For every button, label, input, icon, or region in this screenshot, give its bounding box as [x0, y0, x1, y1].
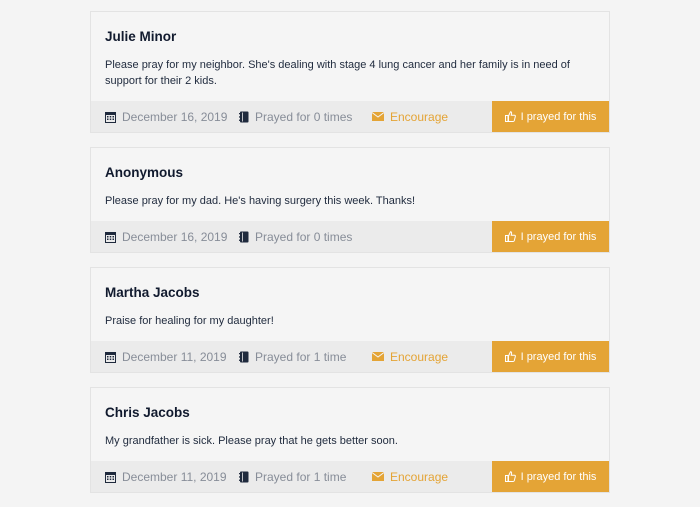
card-body: Julie Minor Please pray for my neighbor.… — [91, 12, 609, 101]
request-date: December 16, 2019 — [105, 221, 227, 252]
encourage-link[interactable]: Encourage — [372, 461, 448, 492]
prayed-count-label: Prayed for 0 times — [255, 109, 353, 124]
date-label: December 16, 2019 — [122, 109, 228, 124]
encourage-link[interactable]: Encourage — [372, 341, 448, 372]
requester-name: Julie Minor — [105, 29, 177, 44]
i-prayed-label: I prayed for this — [520, 470, 597, 483]
prayer-request-feed: Julie Minor Please pray for my neighbor.… — [90, 11, 610, 507]
i-prayed-button[interactable]: I prayed for this — [492, 341, 609, 372]
request-text: Please pray for my dad. He's having surg… — [105, 195, 416, 207]
card-body: Anonymous Please pray for my dad. He's h… — [91, 148, 609, 221]
thumbs-up-icon — [504, 351, 516, 362]
prayed-count: Prayed for 0 times — [239, 101, 352, 132]
prayed-count: Prayed for 1 time — [239, 461, 346, 492]
thumbs-up-icon — [504, 111, 516, 122]
request-text: Praise for healing for my daughter! — [105, 315, 274, 327]
date-label: December 16, 2019 — [122, 229, 228, 244]
book-icon — [239, 471, 249, 482]
request-date: December 11, 2019 — [105, 461, 227, 492]
card-footer: December 11, 2019 Prayed for 1 time Enco… — [91, 341, 609, 372]
i-prayed-label: I prayed for this — [520, 110, 597, 123]
i-prayed-label: I prayed for this — [520, 350, 597, 363]
prayer-request-card: Martha Jacobs Praise for healing for my … — [90, 267, 610, 373]
request-date: December 11, 2019 — [105, 341, 227, 372]
card-footer: December 16, 2019 Prayed for 0 times Enc… — [91, 101, 609, 132]
prayed-count-label: Prayed for 0 times — [255, 229, 353, 244]
encourage-label: Encourage — [390, 469, 449, 484]
calendar-icon — [105, 231, 116, 243]
prayed-count-label: Prayed for 1 time — [255, 469, 347, 484]
requester-name: Chris Jacobs — [105, 405, 190, 420]
envelope-icon — [372, 472, 384, 481]
thumbs-up-icon — [504, 471, 516, 482]
calendar-icon — [105, 351, 116, 363]
calendar-icon — [105, 471, 116, 483]
envelope-icon — [372, 112, 384, 121]
i-prayed-button[interactable]: I prayed for this — [492, 221, 609, 252]
card-footer: December 11, 2019 Prayed for 1 time Enco… — [91, 461, 609, 492]
i-prayed-label: I prayed for this — [520, 230, 597, 243]
card-body: Martha Jacobs Praise for healing for my … — [91, 268, 609, 341]
prayed-count: Prayed for 1 time — [239, 341, 346, 372]
prayer-request-card: Anonymous Please pray for my dad. He's h… — [90, 147, 610, 253]
date-label: December 11, 2019 — [122, 349, 227, 364]
encourage-label: Encourage — [390, 109, 449, 124]
prayed-count: Prayed for 0 times — [239, 221, 352, 252]
request-date: December 16, 2019 — [105, 101, 227, 132]
prayer-request-card: Julie Minor Please pray for my neighbor.… — [90, 11, 610, 133]
encourage-label: Encourage — [390, 349, 449, 364]
calendar-icon — [105, 111, 116, 123]
requester-name: Anonymous — [105, 165, 184, 180]
envelope-icon — [372, 352, 384, 361]
book-icon — [239, 351, 249, 362]
prayer-request-card: Chris Jacobs My grandfather is sick. Ple… — [90, 387, 610, 493]
encourage-link[interactable]: Encourage — [372, 101, 448, 132]
i-prayed-button[interactable]: I prayed for this — [492, 461, 609, 492]
book-icon — [239, 111, 249, 122]
thumbs-up-icon — [504, 231, 516, 242]
requester-name: Martha Jacobs — [105, 285, 200, 300]
prayed-count-label: Prayed for 1 time — [255, 349, 347, 364]
date-label: December 11, 2019 — [122, 469, 227, 484]
book-icon — [239, 231, 249, 242]
card-footer: December 16, 2019 Prayed for 0 times I p… — [91, 221, 609, 252]
i-prayed-button[interactable]: I prayed for this — [492, 101, 609, 132]
card-body: Chris Jacobs My grandfather is sick. Ple… — [91, 388, 609, 461]
request-text: Please pray for my neighbor. She's deali… — [105, 59, 570, 87]
request-text: My grandfather is sick. Please pray that… — [105, 435, 398, 447]
